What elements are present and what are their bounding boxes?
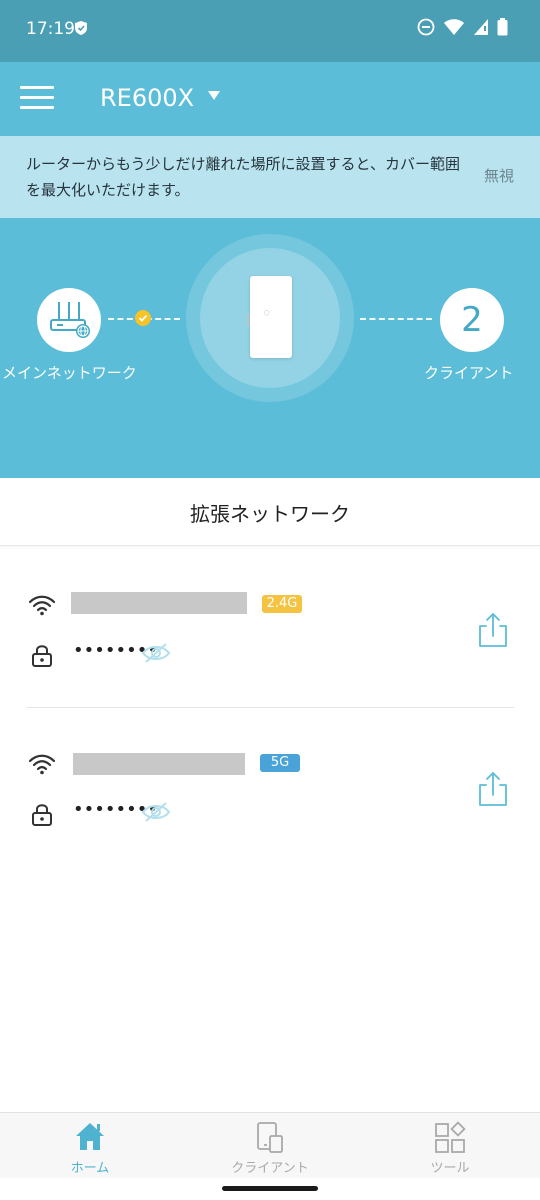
network-topology: ◯ メインネットワーク 2 クライアント bbox=[0, 218, 540, 478]
connection-line-right bbox=[360, 318, 432, 320]
battery-icon bbox=[497, 18, 508, 36]
nav-home-label: ホーム bbox=[70, 1161, 110, 1176]
status-bar: 17:19 bbox=[0, 0, 540, 62]
ssid-redacted bbox=[71, 592, 247, 614]
network-row-5g: 5G •••••••• bbox=[0, 753, 540, 865]
network-row-2g: 2.4G •••••••• bbox=[0, 592, 540, 706]
do-not-disturb-icon bbox=[417, 18, 435, 36]
status-time: 17:19 bbox=[26, 19, 75, 39]
clients-button[interactable]: 2 bbox=[440, 288, 504, 352]
extender-led bbox=[247, 314, 249, 326]
router-globe-icon bbox=[50, 302, 90, 338]
share-icon[interactable] bbox=[476, 771, 510, 807]
devices-icon bbox=[257, 1122, 283, 1153]
band-badge: 5G bbox=[260, 754, 300, 772]
extended-network-title: 拡張ネットワーク bbox=[0, 478, 540, 546]
menu-icon-bar bbox=[20, 96, 54, 99]
tools-grid-icon bbox=[435, 1121, 466, 1153]
placement-tip-banner: ルーターからもう少しだけ離れた場所に設置すると、カバー範囲を最大化いただけます。… bbox=[0, 136, 540, 218]
wifi-status-icon bbox=[444, 19, 464, 35]
shield-icon bbox=[75, 21, 87, 35]
nav-clients[interactable]: クライアント bbox=[180, 1113, 360, 1179]
lock-icon bbox=[32, 804, 52, 826]
main-network-button[interactable] bbox=[37, 288, 101, 352]
tip-message: ルーターからもう少しだけ離れた場所に設置すると、カバー範囲を最大化いただけます。 bbox=[26, 155, 460, 199]
extender-logo: ◯ bbox=[264, 310, 270, 316]
clients-count: 2 bbox=[461, 300, 483, 340]
app-header: RE600X bbox=[0, 62, 540, 136]
main-network-label: メインネットワーク bbox=[2, 364, 137, 382]
eye-slash-icon[interactable] bbox=[141, 801, 171, 823]
share-icon[interactable] bbox=[476, 612, 510, 648]
menu-button[interactable] bbox=[20, 86, 54, 112]
band-badge: 2.4G bbox=[262, 595, 302, 613]
wifi-icon bbox=[28, 754, 56, 775]
connection-ok-icon bbox=[135, 310, 151, 326]
nav-tools[interactable]: ツール bbox=[360, 1113, 540, 1179]
home-icon bbox=[76, 1123, 104, 1150]
status-icons bbox=[417, 18, 508, 36]
bottom-nav: ホーム クライアント ツール bbox=[0, 1112, 540, 1178]
eye-slash-icon[interactable] bbox=[141, 642, 171, 664]
home-indicator[interactable] bbox=[222, 1186, 318, 1191]
menu-icon-bar bbox=[20, 106, 54, 109]
lock-icon bbox=[32, 645, 52, 667]
wifi-icon bbox=[28, 595, 56, 616]
extender-device-image[interactable]: ◯ bbox=[247, 276, 292, 358]
nav-home[interactable]: ホーム bbox=[0, 1113, 180, 1179]
signal-icon bbox=[474, 19, 488, 35]
ssid-redacted bbox=[73, 753, 245, 775]
caret-down-icon[interactable] bbox=[208, 91, 220, 100]
network-divider bbox=[26, 707, 514, 708]
ignore-tip-button[interactable]: 無視 bbox=[484, 165, 514, 186]
nav-clients-label: クライアント bbox=[231, 1161, 309, 1176]
nav-tools-label: ツール bbox=[430, 1161, 470, 1176]
menu-icon-bar bbox=[20, 86, 54, 89]
device-selector[interactable]: RE600X bbox=[100, 84, 194, 112]
clients-label: クライアント bbox=[424, 364, 514, 382]
